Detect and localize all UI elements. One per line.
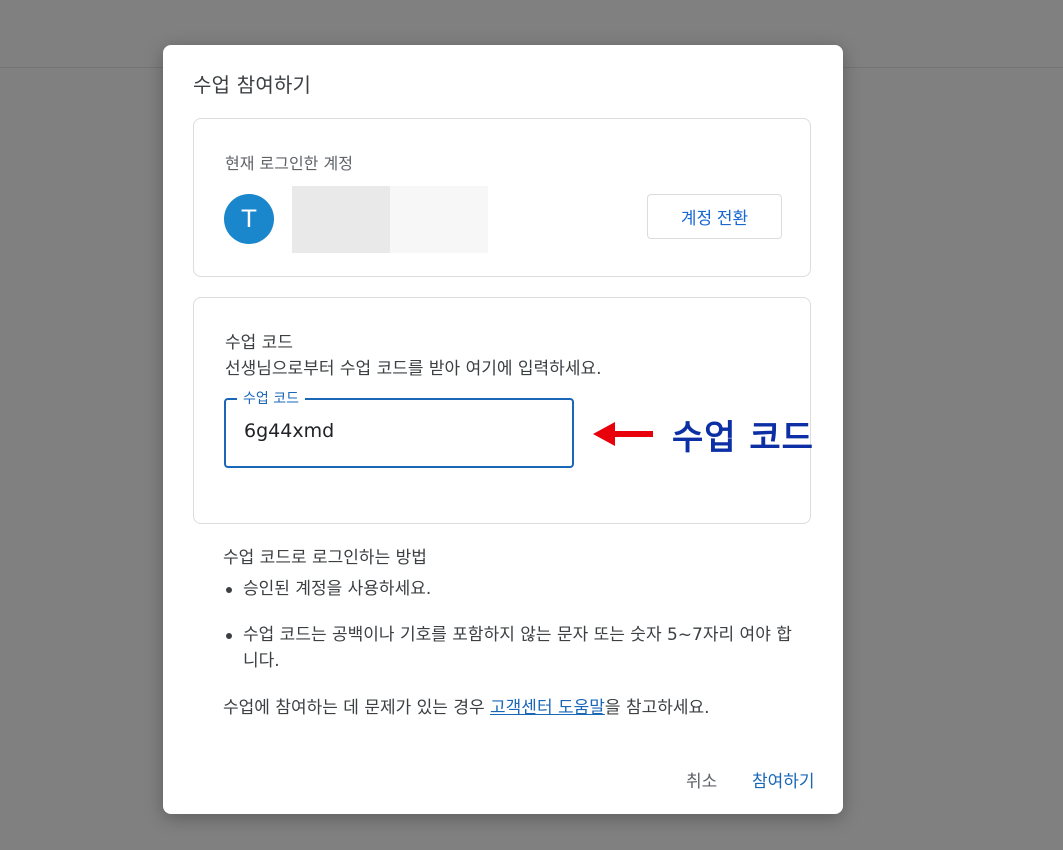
help-text-suffix: 을 참고하세요.: [604, 698, 710, 718]
join-button[interactable]: 참여하기: [752, 767, 815, 792]
help-center-link[interactable]: 고객센터 도움말: [490, 698, 605, 718]
current-account-card: 현재 로그인한 계정 T 계정 전환: [193, 118, 811, 277]
bullet-dot-icon: [226, 633, 232, 639]
avatar: T: [224, 194, 274, 244]
redacted-account-email: [390, 186, 488, 253]
account-heading: 현재 로그인한 계정: [225, 154, 353, 173]
help-text: 수업에 참여하는 데 문제가 있는 경우 고객센터 도움말을 참고하세요.: [223, 693, 710, 718]
bullet-dot-icon: [226, 587, 232, 593]
class-code-heading: 수업 코드: [225, 333, 293, 353]
class-code-description: 선생님으로부터 수업 코드를 받아 여기에 입력하세요.: [225, 359, 602, 379]
cancel-button[interactable]: 취소: [686, 767, 717, 792]
annotation-arrow-icon: [593, 422, 653, 446]
annotation-label: 수업 코드: [672, 418, 814, 458]
list-item-text: 수업 코드는 공백이나 기호를 포함하지 않는 문자 또는 숫자 5~7자리 여…: [243, 625, 792, 671]
switch-account-button[interactable]: 계정 전환: [647, 194, 782, 239]
class-code-input[interactable]: [244, 420, 544, 442]
help-text-prefix: 수업에 참여하는 데 문제가 있는 경우: [223, 698, 491, 718]
howto-title: 수업 코드로 로그인하는 방법: [223, 548, 427, 568]
class-code-field[interactable]: 수업 코드: [224, 388, 574, 468]
dialog-title: 수업 참여하기: [193, 73, 312, 97]
class-code-field-label: 수업 코드: [237, 388, 305, 408]
redacted-account-name: [292, 186, 390, 253]
list-item-text: 승인된 계정을 사용하세요.: [243, 579, 432, 599]
